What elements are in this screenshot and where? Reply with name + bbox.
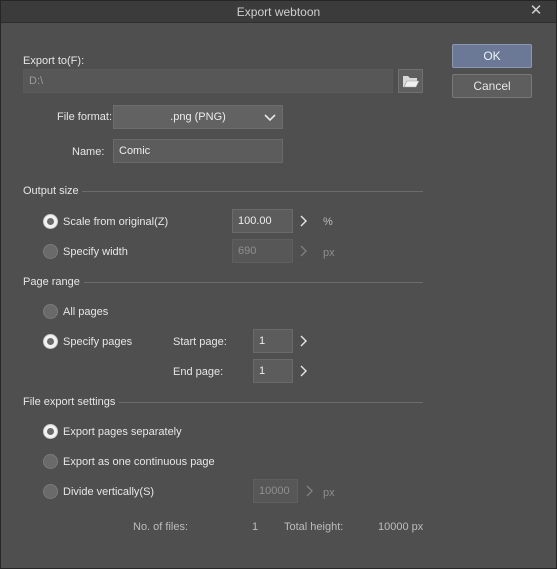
chevron-down-icon xyxy=(264,114,276,122)
start-page-arrow-icon[interactable] xyxy=(299,335,309,347)
all-pages-label: All pages xyxy=(63,306,109,318)
end-page-input[interactable]: 1 xyxy=(253,359,293,383)
scale-label: Scale from original(Z) xyxy=(63,216,169,228)
width-label: Specify width xyxy=(63,246,128,258)
ok-button[interactable]: OK xyxy=(452,44,532,68)
divide-vertically-radio[interactable] xyxy=(43,484,58,499)
output-size-divider xyxy=(82,191,423,192)
file-count-label: No. of files: xyxy=(133,521,189,533)
width-slider-arrow-icon[interactable] xyxy=(299,245,309,257)
scale-slider-arrow-icon[interactable] xyxy=(299,215,309,227)
export-to-label: Export to(F): xyxy=(23,55,85,67)
dialog-title: Export webtoon xyxy=(236,5,321,19)
end-page-arrow-icon[interactable] xyxy=(299,365,309,377)
start-page-label: Start page: xyxy=(173,336,227,348)
all-pages-radio[interactable] xyxy=(43,304,58,319)
output-size-title: Output size xyxy=(23,185,79,197)
scale-radio[interactable] xyxy=(43,214,58,229)
file-format-label: File format: xyxy=(57,111,113,123)
file-count-value: 1 xyxy=(252,521,259,533)
specify-pages-label: Specify pages xyxy=(63,336,133,348)
title-bar: Export webtoon ✕ xyxy=(1,1,556,23)
name-label: Name: xyxy=(72,146,105,158)
divide-height-input[interactable]: 10000 xyxy=(253,479,298,503)
specify-pages-radio[interactable] xyxy=(43,334,58,349)
page-range-title: Page range xyxy=(23,276,80,288)
width-unit: px xyxy=(323,247,335,259)
divide-vertically-label: Divide vertically(S) xyxy=(63,486,155,498)
cancel-button[interactable]: Cancel xyxy=(452,74,532,98)
export-webtoon-dialog: Export webtoon ✕ OK Cancel Export to(F):… xyxy=(0,0,557,569)
close-icon[interactable]: ✕ xyxy=(528,3,544,19)
file-export-settings-divider xyxy=(119,402,423,403)
file-format-dropdown[interactable]: .png (PNG) xyxy=(113,105,283,129)
export-continuous-radio[interactable] xyxy=(43,454,58,469)
total-height-label: Total height: xyxy=(284,521,344,533)
export-separately-label: Export pages separately xyxy=(63,426,182,438)
width-input[interactable]: 690 xyxy=(232,239,293,263)
divide-height-unit: px xyxy=(323,487,335,499)
start-page-input[interactable]: 1 xyxy=(253,329,293,353)
export-continuous-label: Export as one continuous page xyxy=(63,456,215,468)
name-field[interactable]: Comic xyxy=(113,139,283,163)
width-radio[interactable] xyxy=(43,244,58,259)
page-range-divider xyxy=(84,282,423,283)
folder-open-icon xyxy=(403,76,420,88)
export-separately-radio[interactable] xyxy=(43,424,58,439)
divide-height-arrow-icon[interactable] xyxy=(305,485,315,497)
scale-unit: % xyxy=(323,216,333,228)
file-format-value: .png (PNG) xyxy=(170,111,226,123)
export-path-field[interactable]: D:\ xyxy=(23,69,393,93)
end-page-label: End page: xyxy=(173,366,224,378)
browse-folder-button[interactable] xyxy=(398,69,423,93)
file-export-settings-title: File export settings xyxy=(23,396,116,408)
total-height-value: 10000 px xyxy=(378,521,424,533)
scale-input[interactable]: 100.00 xyxy=(232,209,293,233)
